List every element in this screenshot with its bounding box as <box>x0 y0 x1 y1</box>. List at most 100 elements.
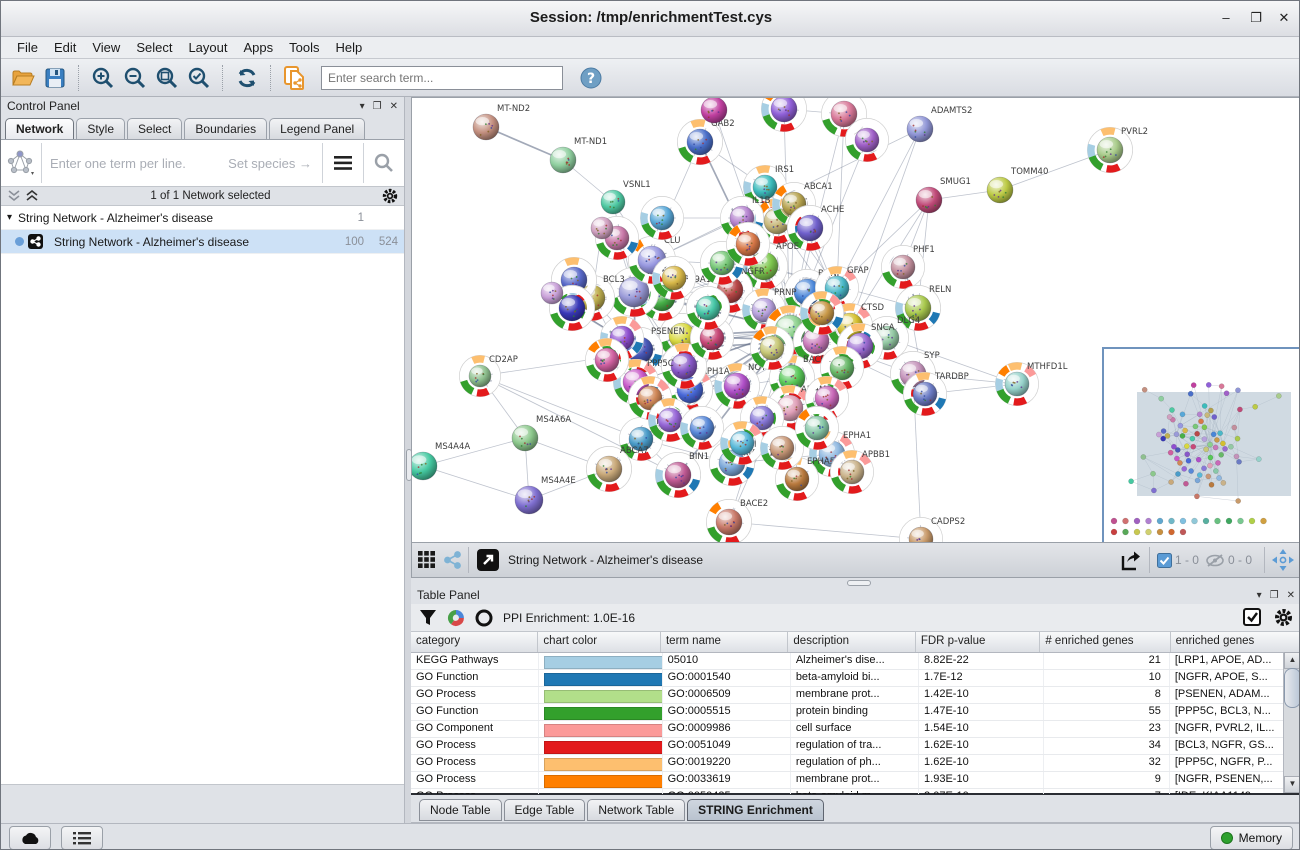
network-node[interactable] <box>541 282 563 304</box>
network-node[interactable] <box>640 196 683 239</box>
refresh-button[interactable] <box>231 63 263 93</box>
network-node-ms4a6a[interactable]: MS4A6A <box>512 415 571 451</box>
zoom-selected-button[interactable] <box>183 63 215 93</box>
search-input[interactable] <box>321 66 563 90</box>
column-header-description[interactable]: description <box>788 632 915 652</box>
expand-all-icon[interactable] <box>25 190 39 202</box>
export-network-icon[interactable] <box>1119 548 1143 572</box>
network-node[interactable] <box>585 338 628 381</box>
network-node-tomm40[interactable]: TOMM40 <box>987 167 1048 203</box>
network-tree-row[interactable]: ▾String Network - Alzheimer's disease1 <box>1 206 404 230</box>
birdseye-view[interactable] <box>1102 347 1300 542</box>
network-node[interactable] <box>845 118 888 161</box>
donut-chart-icon[interactable] <box>447 609 465 627</box>
network-node-mt-nd2[interactable]: MT-ND2 <box>473 104 530 140</box>
network-node-adamts2[interactable]: ADAMTS2 <box>907 106 972 142</box>
maximize-button[interactable]: ❐ <box>1245 10 1267 28</box>
table-row[interactable]: GO ProcessGO:0050435beta-amyloid m...2.0… <box>411 789 1300 794</box>
network-node-mthfd1l[interactable]: MTHFD1L <box>995 362 1067 406</box>
clone-network-button[interactable] <box>279 63 311 93</box>
cloud-status-icon[interactable] <box>9 826 51 850</box>
tab-legend-panel[interactable]: Legend Panel <box>269 118 365 139</box>
menu-apps[interactable]: Apps <box>236 38 282 57</box>
network-node-bace2[interactable]: BACE2 <box>706 499 768 542</box>
tab-boundaries[interactable]: Boundaries <box>184 118 267 139</box>
network-node[interactable] <box>750 326 793 369</box>
tab-network[interactable]: Network <box>5 118 74 139</box>
tab-style[interactable]: Style <box>76 118 125 139</box>
table-row[interactable]: GO ProcessGO:0051049regulation of tra...… <box>411 738 1300 755</box>
enrichment-settings-gear-icon[interactable] <box>1274 608 1293 627</box>
ring-chart-icon[interactable] <box>475 609 493 627</box>
menu-help[interactable]: Help <box>328 38 371 57</box>
scrollbar-thumb[interactable] <box>1284 668 1300 708</box>
string-protein-query-icon[interactable] <box>1 143 42 183</box>
panel-menu-icon[interactable]: ▾ <box>360 101 365 112</box>
zoom-in-button[interactable] <box>87 63 119 93</box>
network-node-pvrl2[interactable]: PVRL2 <box>1087 127 1148 173</box>
network-node[interactable] <box>720 421 763 464</box>
zoom-out-button[interactable] <box>119 63 151 93</box>
scroll-up-icon[interactable]: ▲ <box>1284 652 1300 669</box>
panel-menu-icon[interactable]: ▾ <box>1257 590 1262 601</box>
share-view-icon[interactable] <box>444 551 462 569</box>
detach-view-icon[interactable] <box>476 548 500 572</box>
float-panel-icon[interactable]: ❐ <box>373 101 382 112</box>
table-row[interactable]: GO ProcessGO:0019220regulation of ph...1… <box>411 755 1300 772</box>
help-icon[interactable]: ? <box>575 63 607 93</box>
menu-file[interactable]: File <box>9 38 46 57</box>
menu-tools[interactable]: Tools <box>281 38 327 57</box>
network-node[interactable] <box>680 406 723 449</box>
minimize-button[interactable]: – <box>1215 10 1237 28</box>
network-node-gab2[interactable]: GAB2 <box>677 119 734 165</box>
column-header-enrichedgenes[interactable]: # enriched genes <box>1040 632 1170 652</box>
menu-layout[interactable]: Layout <box>180 38 235 57</box>
table-row[interactable]: KEGG Pathways05010Alzheimer's dise...8.8… <box>411 653 1300 670</box>
column-header-chartcolor[interactable]: chart color <box>538 632 661 652</box>
scroll-down-icon[interactable]: ▼ <box>1284 776 1300 793</box>
save-session-button[interactable] <box>39 63 71 93</box>
vertical-scrollbar[interactable]: ▲ ▼ <box>1283 652 1300 793</box>
network-node-abca7[interactable]: ABCA7 <box>586 446 648 492</box>
zoom-fit-button[interactable] <box>151 63 183 93</box>
grid-view-icon[interactable] <box>418 551 436 569</box>
table-row[interactable]: GO ProcessGO:0006509membrane prot...1.42… <box>411 687 1300 704</box>
network-node-bin1[interactable]: BIN1 <box>655 452 709 498</box>
network-node-tardbp[interactable]: TARDBP <box>903 372 968 416</box>
network-node[interactable] <box>726 222 769 265</box>
network-node[interactable] <box>800 291 843 334</box>
menu-edit[interactable]: Edit <box>46 38 84 57</box>
close-panel-icon[interactable]: ✕ <box>390 101 398 112</box>
close-panel-icon[interactable]: ✕ <box>1287 590 1295 601</box>
network-options-gear-icon[interactable] <box>382 188 398 204</box>
string-query-input[interactable]: Enter one term per line. <box>42 156 228 171</box>
memory-button[interactable]: Memory <box>1210 826 1293 850</box>
collapse-all-icon[interactable] <box>7 190 21 202</box>
open-session-button[interactable] <box>7 63 39 93</box>
species-hint[interactable]: Set species → <box>228 156 322 171</box>
network-tree-row[interactable]: String Network - Alzheimer's disease1005… <box>1 230 404 254</box>
horizontal-splitter[interactable] <box>411 578 1300 586</box>
string-search-icon[interactable] <box>363 143 404 183</box>
select-rows-checkbox-icon[interactable] <box>1243 608 1262 627</box>
table-row[interactable]: GO ComponentGO:0009986cell surface1.54E-… <box>411 721 1300 738</box>
tree-expand-icon[interactable]: ▾ <box>7 212 12 223</box>
tab-node-table[interactable]: Node Table <box>419 799 502 821</box>
network-node[interactable] <box>686 286 729 329</box>
string-options-icon[interactable] <box>322 143 363 183</box>
network-node[interactable] <box>795 406 838 449</box>
tab-network-table[interactable]: Network Table <box>587 799 685 821</box>
column-header-category[interactable]: category <box>411 632 538 652</box>
table-row[interactable]: GO FunctionGO:0001540beta-amyloid bi...1… <box>411 670 1300 687</box>
column-header-FDRp-value[interactable]: FDR p-value <box>916 632 1041 652</box>
table-row[interactable]: GO ProcessGO:0033619membrane prot...1.93… <box>411 772 1300 789</box>
task-history-icon[interactable] <box>61 826 103 850</box>
network-node-cadps2[interactable]: CADPS2 <box>899 517 965 542</box>
tab-string-enrichment[interactable]: STRING Enrichment <box>687 799 824 821</box>
network-canvas[interactable]: MT-ND2MT-ND1VSNL1GAB2ADAMTS2PVRL2SMUG1TO… <box>411 97 1300 542</box>
menu-view[interactable]: View <box>84 38 128 57</box>
network-node-ms4a4e[interactable]: MS4A4E <box>515 476 576 514</box>
filter-icon[interactable] <box>419 609 437 627</box>
network-node[interactable] <box>591 217 613 239</box>
network-node-mt-nd1[interactable]: MT-ND1 <box>550 137 607 173</box>
